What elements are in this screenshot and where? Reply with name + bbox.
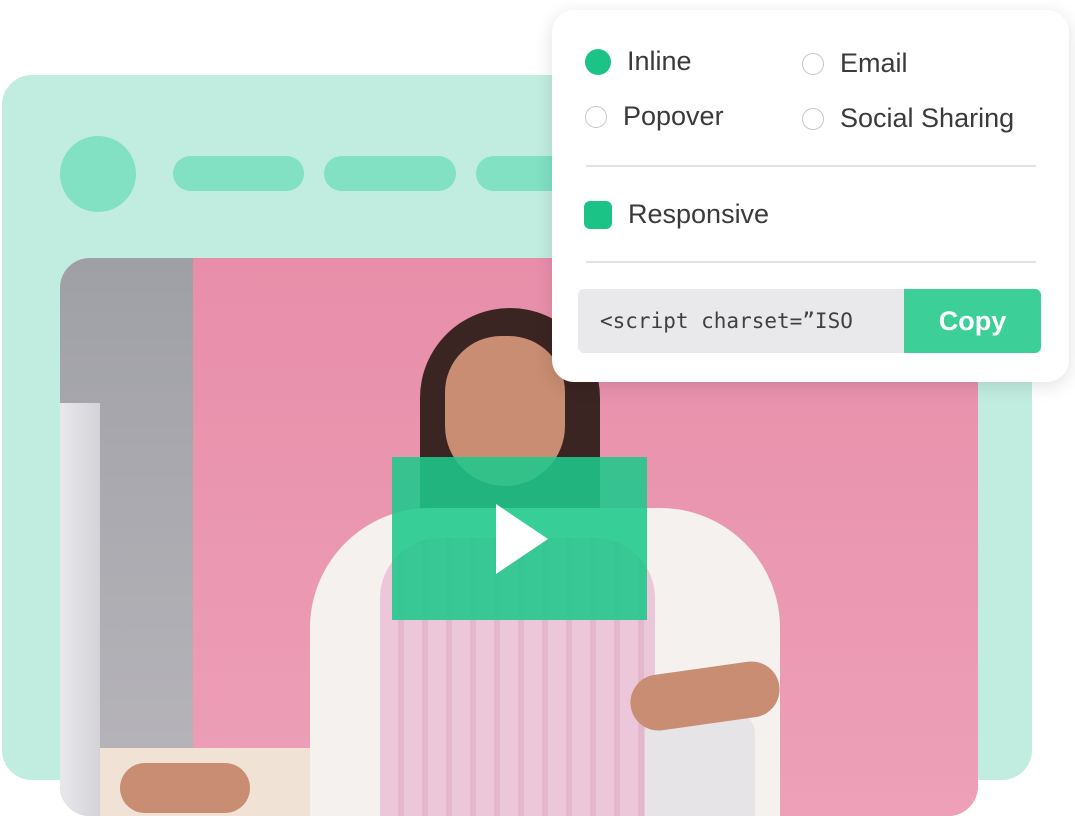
divider [586, 261, 1036, 263]
embed-type-label: Social Sharing [840, 103, 1015, 133]
responsive-toggle[interactable]: Responsive [584, 199, 769, 230]
avatar-placeholder [60, 136, 136, 212]
video-monitor [60, 403, 100, 816]
nav-placeholder-1 [173, 156, 304, 191]
radio-unselected-icon[interactable] [585, 105, 607, 128]
embed-type-social-sharing[interactable]: Social Sharing [802, 103, 1014, 134]
divider [586, 165, 1036, 167]
copy-button[interactable]: Copy [904, 289, 1041, 353]
embed-type-label: Popover [623, 101, 724, 131]
radio-unselected-icon[interactable] [802, 52, 824, 75]
embed-options-panel: Inline Email Popover Social Sharing Resp… [552, 10, 1069, 382]
embed-code-field[interactable]: <script charset=”ISO [578, 289, 908, 353]
responsive-label: Responsive [628, 199, 770, 229]
embed-type-label: Inline [627, 46, 692, 76]
stage: Inline Email Popover Social Sharing Resp… [0, 0, 1075, 816]
play-icon [496, 504, 548, 574]
radio-unselected-icon[interactable] [802, 107, 824, 130]
embed-type-email[interactable]: Email [802, 48, 908, 79]
person-hand [120, 763, 250, 813]
radio-selected-icon[interactable] [585, 48, 611, 75]
embed-type-inline[interactable]: Inline [585, 46, 692, 77]
play-button[interactable] [392, 457, 647, 620]
embed-type-popover[interactable]: Popover [585, 101, 724, 132]
embed-type-label: Email [840, 48, 908, 78]
checkbox-checked-icon[interactable] [584, 200, 612, 229]
nav-placeholder-2 [324, 156, 456, 191]
